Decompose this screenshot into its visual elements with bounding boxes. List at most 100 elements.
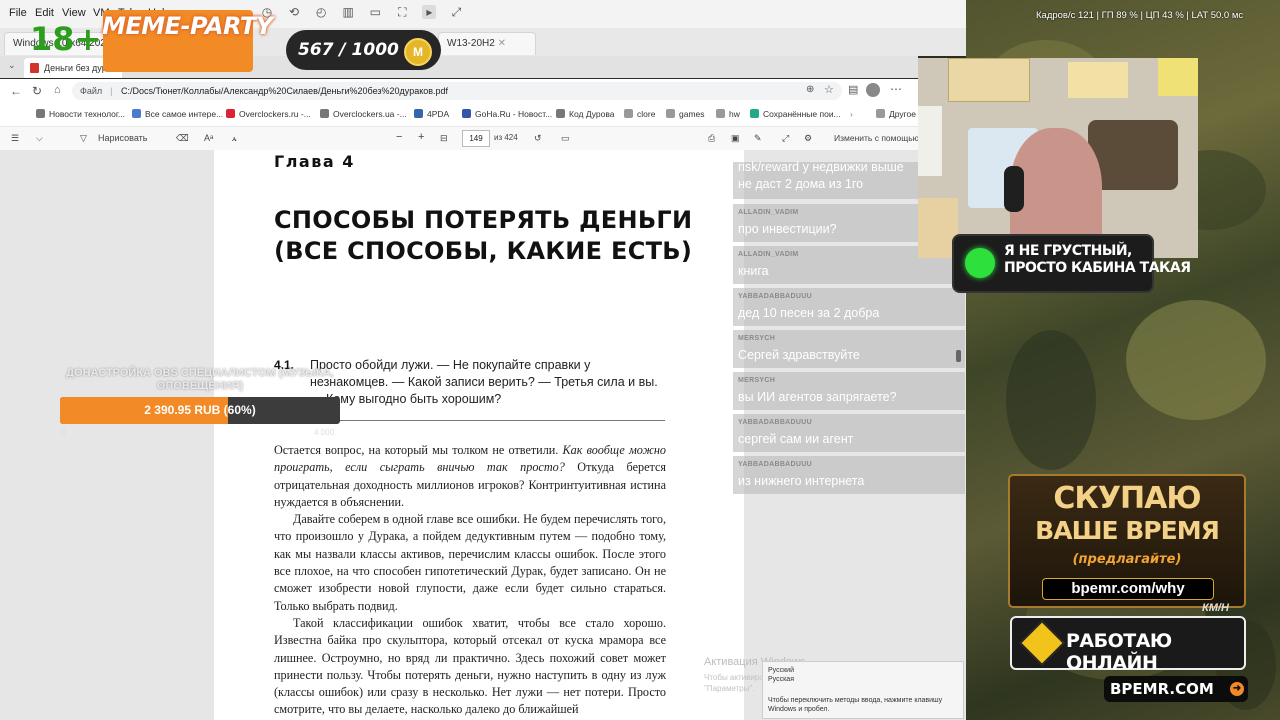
status-caption: Я НЕ ГРУСТНЫЙ, ПРОСТО КАБИНА ТАКАЯ: [1004, 243, 1191, 276]
bookmark-item[interactable]: 4PDA: [414, 109, 449, 119]
webcam-feed: [918, 58, 1198, 258]
bookmark-item[interactable]: Новости технолог...: [36, 109, 125, 119]
bookmark-item[interactable]: Overclockers.ru -...: [226, 109, 311, 119]
more-icon[interactable]: ⋯: [890, 82, 902, 96]
zoom-in-button[interactable]: +: [418, 131, 424, 143]
paragraph: Такой классификации ошибок хватит, чтобы…: [274, 615, 666, 717]
arrow-right-icon: ➜: [1230, 682, 1244, 696]
settings-icon[interactable]: ⚙: [804, 133, 812, 144]
work-online-banner: РАБОТАЮ ОНЛАЙН: [1010, 616, 1246, 674]
translate-icon[interactable]: ꭺ: [232, 133, 237, 144]
edit-with-button[interactable]: Изменить с помощью: [834, 133, 919, 143]
paragraph: Давайте соберем в одной главе все ошибки…: [274, 512, 666, 613]
donation-amount: 2 390.95 RUB (60%): [144, 403, 256, 417]
paragraph: Остается вопрос, на который мы толком не…: [274, 443, 666, 509]
chat-message: YABBADABBADUUU из нижнего интернета: [733, 456, 965, 494]
rotate-icon[interactable]: ↺: [534, 133, 542, 144]
print-icon[interactable]: ⎙: [708, 133, 715, 144]
meme-party-title: MEME-PARTY: [102, 12, 273, 40]
star-icon[interactable]: ☆: [824, 83, 834, 96]
chapter-title: СПОСОБЫ ПОТЕРЯТЬ ДЕНЬГИ (ВСЕ СПОСОБЫ, КА…: [274, 206, 693, 265]
address-bar: ← ↻ ⌂ Файл | C:/Docs/Тюнет/Коллабы/Алекса…: [0, 79, 918, 105]
terminal-icon[interactable]: ▸: [422, 5, 437, 19]
refresh-icon[interactable]: ↻: [32, 84, 42, 98]
headphones: [1004, 166, 1024, 212]
stretch-icon[interactable]: ⤢: [449, 5, 463, 19]
expand-icon[interactable]: ⤢: [782, 133, 789, 144]
donation-min: 0: [61, 428, 66, 437]
draw-icon[interactable]: ▽: [80, 133, 87, 144]
chapter-heading: Глава 4: [274, 152, 355, 171]
bookmark-item[interactable]: games: [666, 109, 705, 119]
close-icon[interactable]: ✕: [498, 38, 506, 49]
history-icon[interactable]: ◴: [314, 5, 328, 19]
console-icon[interactable]: ▭: [368, 5, 382, 19]
speed-label: КМ/Н: [1202, 602, 1229, 614]
donation-progress-bar: 2 390.95 RUB (60%): [60, 397, 340, 424]
section-summary: Просто обойди лужи. — Не покупайте справ…: [310, 358, 658, 406]
zoom-out-button[interactable]: −: [396, 131, 402, 143]
input-language-popup[interactable]: Русский Русская Чтобы переключить методы…: [762, 661, 964, 719]
url-prefix: Файл: [80, 86, 103, 96]
page-count: из 424: [494, 133, 518, 142]
save-as-icon[interactable]: ✎: [754, 133, 762, 144]
body-text: Остается вопрос, на который мы толком не…: [274, 442, 666, 719]
home-icon[interactable]: ⌂: [54, 84, 61, 96]
bookmark-item[interactable]: Overclockers.ua -...: [320, 109, 407, 119]
age-rating: 18+: [30, 20, 102, 58]
bookmarks-bar: Новости технолог... Все самое интере... …: [0, 104, 918, 127]
stream-stats: Кадров/с 121 | ГП 89 % | ЦП 43 % | LAT 5…: [1036, 10, 1244, 21]
collections-icon[interactable]: ▤: [848, 83, 858, 96]
bookmark-item[interactable]: Сохранённые пои...: [750, 109, 841, 119]
menu-view[interactable]: View: [62, 7, 86, 19]
chat-message: MERSYCH вы ИИ агентов запрягаете?: [733, 372, 965, 410]
chat-message: YABBADABBADUUU сергей сам ии агент: [733, 414, 965, 452]
bookmark-item[interactable]: clore: [624, 109, 655, 119]
zoom-icon[interactable]: ⊕: [806, 84, 814, 95]
contents-icon[interactable]: ☰: [11, 133, 19, 144]
url-field[interactable]: Файл | C:/Docs/Тюнет/Коллабы/Александр%20…: [72, 82, 842, 100]
points-value: 567 / 1000: [298, 40, 399, 60]
bookmark-item[interactable]: Код Дурова: [556, 109, 615, 119]
avatar[interactable]: [866, 83, 880, 97]
bookmark-item[interactable]: GoHa.Ru - Новост...: [462, 109, 552, 119]
eraser-icon[interactable]: ⌫: [176, 133, 189, 144]
read-aloud-icon[interactable]: Aᵃ: [204, 133, 213, 143]
vm-tab[interactable]: W13-20H2 ✕: [438, 32, 536, 55]
construction-sign-icon: [1019, 620, 1065, 666]
url-text: C:/Docs/Тюнет/Коллабы/Александр%20Силаев…: [121, 86, 449, 96]
chat-message: YABBADABBADUUU дед 10 песен за 2 добра: [733, 288, 965, 326]
save-icon[interactable]: ▣: [731, 133, 740, 144]
site-banner: BPEMR.COM ➜: [1104, 676, 1248, 702]
butter-box: [1068, 62, 1128, 98]
draw-button[interactable]: Нарисовать: [98, 133, 147, 143]
menu-edit[interactable]: Edit: [35, 7, 54, 19]
bookmark-item[interactable]: Другое: [876, 109, 916, 119]
promo-url: bpemr.com/why: [1042, 578, 1214, 600]
page-number-input[interactable]: 149: [462, 130, 490, 147]
menu-file[interactable]: File: [9, 7, 27, 19]
donation-goal-title: ДОНАСТРОЙКА OBS СПЕЦИАЛИСТОМ (МУЗЫКА, ОП…: [66, 367, 334, 392]
pdf-page: Глава 4 СПОСОБЫ ПОТЕРЯТЬ ДЕНЬГИ (ВСЕ СПО…: [214, 150, 744, 720]
chevron-down-icon[interactable]: ⌄: [8, 60, 16, 71]
bookmark-item[interactable]: Все самое интере...: [132, 109, 223, 119]
butter-box: [948, 58, 1030, 102]
chat-message: MERSYCH Сергей здравствуйте: [733, 330, 965, 368]
pdf-icon: [30, 63, 39, 73]
chevron-right-icon[interactable]: ›: [850, 109, 853, 119]
back-icon[interactable]: ←: [10, 84, 22, 98]
milk-carton: [918, 106, 942, 176]
highlight-icon[interactable]: ⌵: [36, 133, 43, 144]
donation-max: 4 000: [314, 428, 335, 437]
status-light: [965, 248, 995, 278]
page-view-icon[interactable]: ▭: [561, 133, 570, 144]
snapshot-icon[interactable]: ⟲: [287, 5, 301, 19]
scrollbar-thumb[interactable]: [956, 350, 961, 362]
pdf-toolbar: ☰ ⌵ ▽ Нарисовать ⌫ Aᵃ ꭺ − + ⊟ 149 из 424…: [0, 127, 919, 151]
butter-box: [1158, 58, 1198, 96]
bookmark-item[interactable]: hw: [716, 109, 740, 119]
sidebar-icon[interactable]: ▥: [341, 5, 355, 19]
fullscreen-icon[interactable]: ⛶: [395, 5, 409, 19]
coin-icon: M: [404, 38, 432, 66]
fit-page-icon[interactable]: ⊟: [440, 133, 448, 144]
